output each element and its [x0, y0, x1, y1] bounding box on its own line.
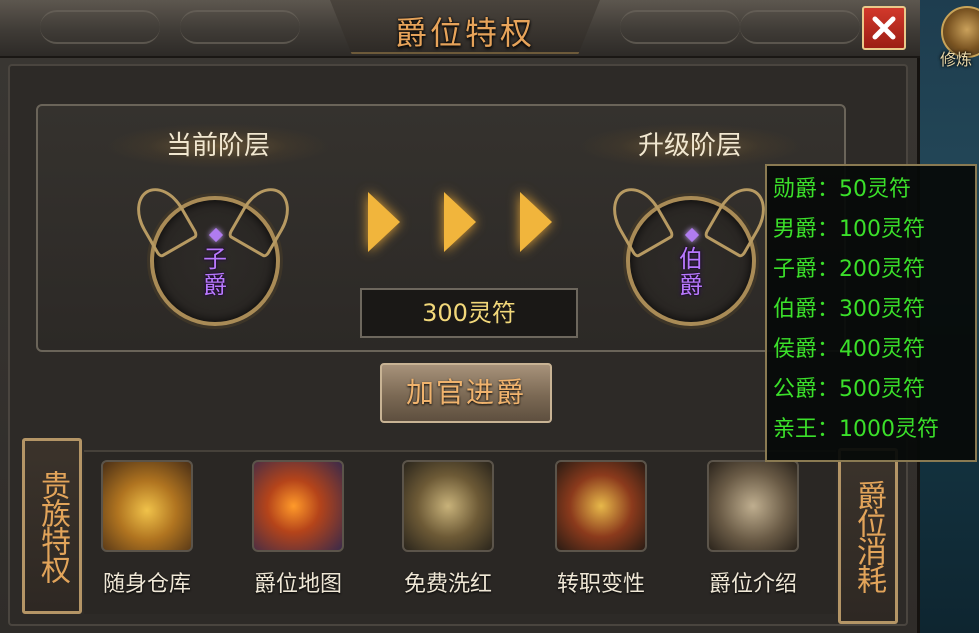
feature-label: 爵位介绍	[708, 572, 797, 597]
tab-nobility-privileges[interactable]: 贵族特权	[22, 438, 82, 614]
current-rank-char-2: 爵	[203, 271, 227, 299]
tab-rank-costs[interactable]: 爵位消耗	[838, 448, 898, 624]
tooltip-row: 亲王：1000灵符	[773, 417, 939, 442]
feature-rank-map[interactable]: 爵位地图	[243, 460, 353, 598]
title-ornament-right	[620, 10, 740, 44]
feature-label: 随身仓库	[102, 572, 191, 597]
gem-icon	[684, 227, 700, 243]
rank-cost-tooltip: 勋爵：50灵符 男爵：100灵符 子爵：200灵符 伯爵：300灵符 侯爵：40…	[765, 164, 977, 462]
arrow-right-icon	[368, 192, 400, 252]
title-ornament-left	[40, 10, 160, 44]
feature-rank-intro[interactable]: 爵位介绍	[698, 460, 808, 598]
title-ornament-left-2	[180, 10, 300, 44]
next-tier-label: 升级阶层	[580, 124, 800, 168]
book-icon	[707, 460, 799, 552]
feature-portable-storage[interactable]: 随身仓库	[92, 460, 202, 598]
upgrade-cost: 300灵符	[360, 288, 578, 338]
feature-label: 转职变性	[556, 572, 645, 597]
tooltip-row: 侯爵：400灵符	[773, 337, 925, 362]
close-icon	[872, 16, 896, 40]
arrow-right-icon	[444, 192, 476, 252]
feature-label: 爵位地图	[253, 572, 342, 597]
tooltip-row: 伯爵：300灵符	[773, 297, 925, 322]
crossed-swords-icon	[402, 460, 494, 552]
helmet-icon	[555, 460, 647, 552]
tooltip-row: 子爵：200灵符	[773, 257, 925, 282]
tooltip-row: 男爵：100灵符	[773, 217, 925, 242]
title-ornament-right-2	[740, 10, 860, 44]
promote-button[interactable]: 加官进爵	[380, 363, 552, 423]
hud-cultivate-label: 修炼	[940, 50, 973, 69]
feature-label: 免费洗红	[403, 572, 492, 597]
arrow-right-icon	[520, 192, 552, 252]
feature-class-change[interactable]: 转职变性	[546, 460, 656, 598]
gem-icon	[208, 227, 224, 243]
feature-free-cleanse[interactable]: 免费洗红	[393, 460, 503, 598]
current-tier-label: 当前阶层	[108, 124, 328, 168]
tooltip-row: 公爵：500灵符	[773, 377, 925, 402]
next-rank-char-2: 爵	[679, 271, 703, 299]
treasure-chest-icon	[101, 460, 193, 552]
tooltip-row: 勋爵：50灵符	[773, 177, 911, 202]
window-title: 爵位特权	[394, 14, 535, 52]
map-scroll-icon	[252, 460, 344, 552]
close-button[interactable]	[862, 6, 906, 50]
